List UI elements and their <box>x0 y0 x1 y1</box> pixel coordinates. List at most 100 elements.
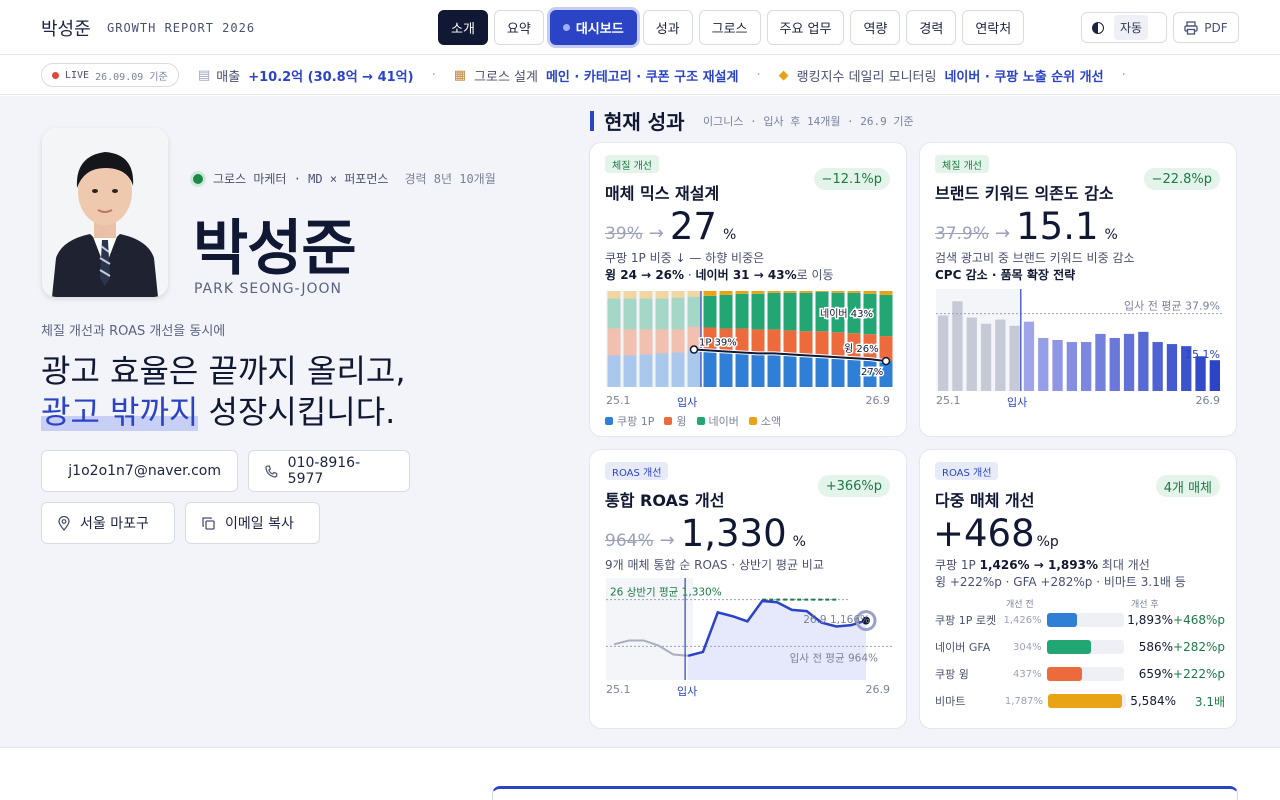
card-desc-1: 9개 매체 통합 순 ROAS · 상반기 평균 비교 <box>605 558 824 572</box>
pre-avg-label: 입사 전 평균 964% <box>790 651 878 664</box>
card-media-mix: 체질 개선 −12.1%p 매체 믹스 재설계 39% → 27 % 쿠팡 1P… <box>589 142 907 437</box>
role-line: 그로스 마케터 · MD × 퍼포먼스 경력 8년 10개월 <box>193 170 496 187</box>
new-value: 27 <box>669 205 717 248</box>
keyword-bar <box>1138 331 1149 391</box>
x-axis-end: 26.9 <box>1195 394 1221 407</box>
card-badge: ROAS 개선 <box>605 462 669 480</box>
bar-segment <box>783 292 797 331</box>
results-subtitle: 이그니스 · 입사 후 14개월 · 26.9 기준 <box>703 115 914 128</box>
brand-name[interactable]: 박성준 <box>41 15 91 41</box>
bar-segment <box>735 328 749 353</box>
results-title: 현재 성과 <box>604 110 685 134</box>
bar-segment <box>607 355 621 387</box>
ticker-items: ▤ 매출 +10.2억 (30.8억 → 41억) · ▦ 그로스 설계 메인 … <box>198 66 1144 85</box>
card-title: 브랜드 키워드 의존도 감소 <box>935 184 1114 203</box>
tagline-small: 체질 개선과 ROAS 개선을 동시에 <box>41 324 226 339</box>
before-value: 437% <box>1013 668 1042 680</box>
bar-segment <box>703 295 717 328</box>
legend-item: 소액 <box>748 413 781 429</box>
after-value: 5,584% <box>1130 694 1176 708</box>
legend-label: 쿠팡 1P <box>617 415 655 428</box>
delta-value: +222%p <box>1173 667 1226 681</box>
live-label: LIVE <box>65 69 90 81</box>
ticker-item-sales: ▤ 매출 +10.2억 (30.8억 → 41억) · <box>198 66 454 85</box>
ticker-separator: · <box>756 68 761 83</box>
hero-section: 그로스 마케터 · MD × 퍼포먼스 경력 8년 10개월 박성준 PARK … <box>0 96 1280 748</box>
section-accent-bar <box>590 111 594 131</box>
theme-toggle[interactable]: 자동 <box>1081 12 1167 43</box>
x-axis-start: 25.1 <box>606 394 631 407</box>
new-value: 1,330 <box>680 512 787 555</box>
old-value: 39% <box>605 224 643 244</box>
main-nav: 소개 요약 대시보드 성과 그로스 주요 업무 역량 경력 연락처 <box>438 10 1025 45</box>
nav-tab-0[interactable]: 소개 <box>438 10 488 45</box>
bar-segment <box>799 331 813 356</box>
nav-tab-8[interactable]: 연락처 <box>962 10 1025 45</box>
avg-label: 입사 전 평균 37.9% <box>1124 300 1220 313</box>
bar-fill <box>1046 613 1078 627</box>
nav-tab-4[interactable]: 그로스 <box>698 10 761 45</box>
tagline-highlight: 광고 밖까지 <box>41 393 199 431</box>
before-value: 1,787% <box>1004 695 1043 707</box>
bar-segment <box>703 350 717 387</box>
nav-label: 연락처 <box>975 22 1012 37</box>
x-axis-start: 25.1 <box>936 394 961 407</box>
nav-tab-1[interactable]: 요약 <box>493 10 544 45</box>
bar-segment <box>639 354 653 387</box>
card-desc-1: 쿠팡 1P 1,426% → 1,893% 최대 개선 <box>935 556 1150 573</box>
nav-label: 요약 <box>506 22 531 37</box>
after-value: 659% <box>1138 667 1174 681</box>
ticker-value: 네이버 · 쿠팡 노출 순위 개선 <box>944 70 1104 85</box>
ticker-label: 매출 <box>216 70 241 85</box>
bar-segment <box>847 291 861 293</box>
bar-segment <box>767 353 781 387</box>
email-button[interactable]: j1o2o1n7@naver.com <box>41 450 238 492</box>
pdf-button[interactable]: PDF <box>1173 12 1239 43</box>
keyword-bar <box>1095 333 1106 391</box>
keyword-bar <box>1109 337 1120 391</box>
nav-tab-6[interactable]: 역량 <box>850 10 901 45</box>
nav-tab-2[interactable]: 대시보드 <box>549 10 637 45</box>
nav-tab-7[interactable]: 경력 <box>906 10 957 45</box>
bar-segment <box>687 296 701 327</box>
theme-label: 자동 <box>1114 15 1149 40</box>
nav-tab-3[interactable]: 성과 <box>642 10 693 45</box>
arrow-icon: → <box>659 530 675 551</box>
bar-segment <box>831 357 845 387</box>
nav-tab-5[interactable]: 주요 업무 <box>766 10 845 45</box>
x-axis-end: 26.9 <box>865 683 891 696</box>
bar-segment <box>607 298 621 329</box>
bar-segment <box>751 353 765 387</box>
bar-segment <box>767 329 781 354</box>
card-brand-keyword: 체질 개선 −22.8%p 브랜드 키워드 의존도 감소 37.9% → 15.… <box>919 142 1237 437</box>
legend-label: 윙 <box>676 415 687 428</box>
desc-a: 쿠팡 1P <box>935 558 980 572</box>
bar-segment <box>751 293 765 330</box>
bar-segment <box>607 328 621 356</box>
unit: %p <box>1036 534 1059 550</box>
live-badge: LIVE 26.09.09 기준 <box>41 63 179 87</box>
legend-swatch <box>696 417 705 425</box>
bar-segment <box>815 291 829 292</box>
delta-value: +282%p <box>1173 640 1226 654</box>
last-value-label: 26.9 1,166% <box>803 614 870 626</box>
keyword-bar <box>980 323 992 391</box>
data-label: 네이버 43% <box>820 308 873 320</box>
tagline-line1: 광고 효율은 끝까지 올리고, <box>41 352 406 390</box>
nav-label: 경력 <box>919 22 944 37</box>
bar-segment <box>815 331 829 357</box>
brand-keyword-chart: 입사 전 평균 37.9% 15.1% <box>936 289 1222 391</box>
location-button[interactable]: 서울 마포구 <box>41 502 175 544</box>
live-dot-icon <box>52 71 59 79</box>
bar-segment <box>655 298 669 330</box>
copy-email-button[interactable]: 이메일 복사 <box>185 502 320 544</box>
delta-pill: 4개 매체 <box>1155 475 1220 497</box>
phone-button[interactable]: 010-8916-5977 <box>248 450 410 492</box>
profile-photo <box>42 128 168 297</box>
ticker-item-growth: ▦ 그로스 설계 메인 · 카테고리 · 쿠폰 구조 재설계 · <box>454 66 779 85</box>
media-name: 쿠팡 윙 <box>935 668 969 681</box>
card-roas: ROAS 개선 +366%p 통합 ROAS 개선 964% → 1,330 %… <box>589 449 907 729</box>
data-label: 27% <box>861 367 883 378</box>
keyword-bar <box>1195 356 1206 391</box>
bar-segment <box>623 329 637 356</box>
